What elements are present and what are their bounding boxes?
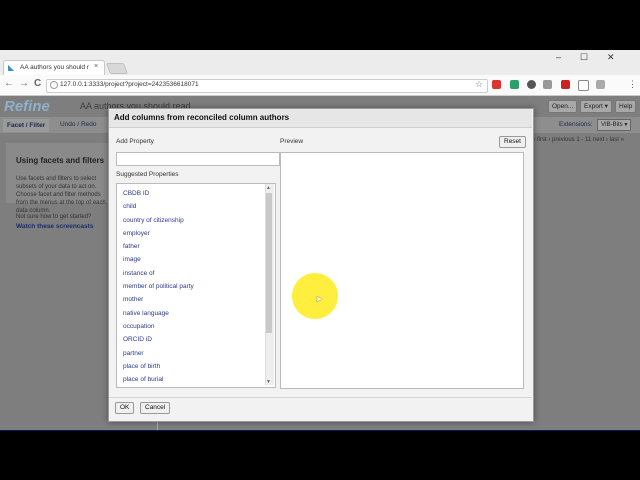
scroll-down-icon[interactable]: ▼: [266, 379, 271, 385]
extension-puzzle-icon[interactable]: [596, 80, 605, 89]
extension-green-icon[interactable]: [510, 80, 519, 89]
property-item[interactable]: CBDB ID: [123, 187, 194, 200]
property-item[interactable]: country of citizenship: [123, 214, 194, 227]
extension-abp-icon[interactable]: [492, 80, 501, 89]
add-property-input[interactable]: [116, 152, 280, 166]
export-button[interactable]: Export ▾: [580, 100, 612, 113]
tab-close-icon[interactable]: ×: [94, 63, 98, 70]
ok-button[interactable]: OK: [115, 402, 135, 414]
property-item[interactable]: child: [123, 200, 194, 213]
scroll-up-icon[interactable]: ▲: [266, 185, 271, 191]
suggested-properties-list[interactable]: CBDB ID child country of citizenship emp…: [116, 183, 276, 388]
extension-gray-icon[interactable]: [543, 80, 552, 89]
left-panel-question: Not sure how to get started?: [16, 214, 92, 220]
preview-label: Preview: [280, 138, 304, 145]
divider: [109, 397, 532, 398]
suggested-properties-label: Suggested Properties: [116, 171, 179, 178]
tab-undo-redo[interactable]: Undo / Redo: [60, 121, 97, 128]
maximize-icon[interactable]: ☐: [580, 52, 588, 63]
close-window-icon[interactable]: ✕: [607, 52, 615, 63]
browser-tab-title: AA authors you should r: [20, 64, 90, 71]
property-item[interactable]: place of birth: [123, 360, 194, 373]
property-item[interactable]: native language: [123, 307, 194, 320]
left-panel-heading: Using facets and filters: [16, 156, 105, 165]
url-text: 127.0.0.1:3333/project?project=242353661…: [60, 81, 199, 88]
pager[interactable]: « first ‹ previous 1 - 11 next › last »: [532, 137, 624, 143]
property-item[interactable]: member of political party: [123, 280, 194, 293]
property-item[interactable]: partner: [123, 347, 194, 360]
add-property-label: Add Property: [116, 138, 154, 145]
refine-favicon-icon: ◣: [8, 63, 15, 72]
property-item[interactable]: mother: [123, 293, 194, 306]
screencasts-link[interactable]: Watch these screencasts: [16, 223, 93, 230]
forward-icon[interactable]: →: [19, 78, 29, 89]
tab-facet-filter[interactable]: Facet / Filter: [3, 119, 50, 132]
extensions-menu-button[interactable]: VIB-Bits ▾: [597, 119, 632, 131]
star-icon[interactable]: ☆: [475, 79, 483, 90]
scrollbar-thumb[interactable]: [266, 193, 272, 333]
help-button[interactable]: Help: [615, 100, 637, 113]
property-item[interactable]: ORCID iD: [123, 333, 194, 346]
menu-icon[interactable]: ⋮: [628, 79, 637, 90]
property-item[interactable]: image: [123, 253, 194, 266]
reset-button[interactable]: Reset: [499, 136, 526, 148]
info-icon[interactable]: [50, 81, 58, 89]
property-item[interactable]: occupation: [123, 320, 194, 333]
property-item[interactable]: instance of: [123, 267, 194, 280]
back-icon[interactable]: ←: [4, 78, 14, 89]
dialog-title: Add columns from reconciled column autho…: [114, 113, 290, 122]
divider: [0, 430, 640, 431]
cancel-button[interactable]: Cancel: [140, 402, 171, 414]
extension-screenshot-icon[interactable]: [578, 80, 589, 91]
refine-logo: Refine: [4, 98, 50, 115]
new-tab-button[interactable]: [105, 63, 129, 74]
extension-shield-icon[interactable]: [561, 80, 570, 89]
property-item[interactable]: father: [123, 240, 194, 253]
property-item[interactable]: place of burial: [123, 373, 194, 386]
minimize-icon[interactable]: –: [556, 52, 561, 62]
property-item[interactable]: employer: [123, 227, 194, 240]
open-button[interactable]: Open...: [548, 100, 578, 113]
preview-pane: [280, 152, 524, 389]
extensions-label: Extensions:: [559, 121, 593, 128]
reload-icon[interactable]: C: [34, 78, 41, 89]
left-panel-text: Use facets and filters to select subsets…: [16, 176, 106, 214]
extension-circle-icon[interactable]: [527, 80, 536, 89]
mouse-cursor-icon: ➤: [315, 294, 323, 304]
